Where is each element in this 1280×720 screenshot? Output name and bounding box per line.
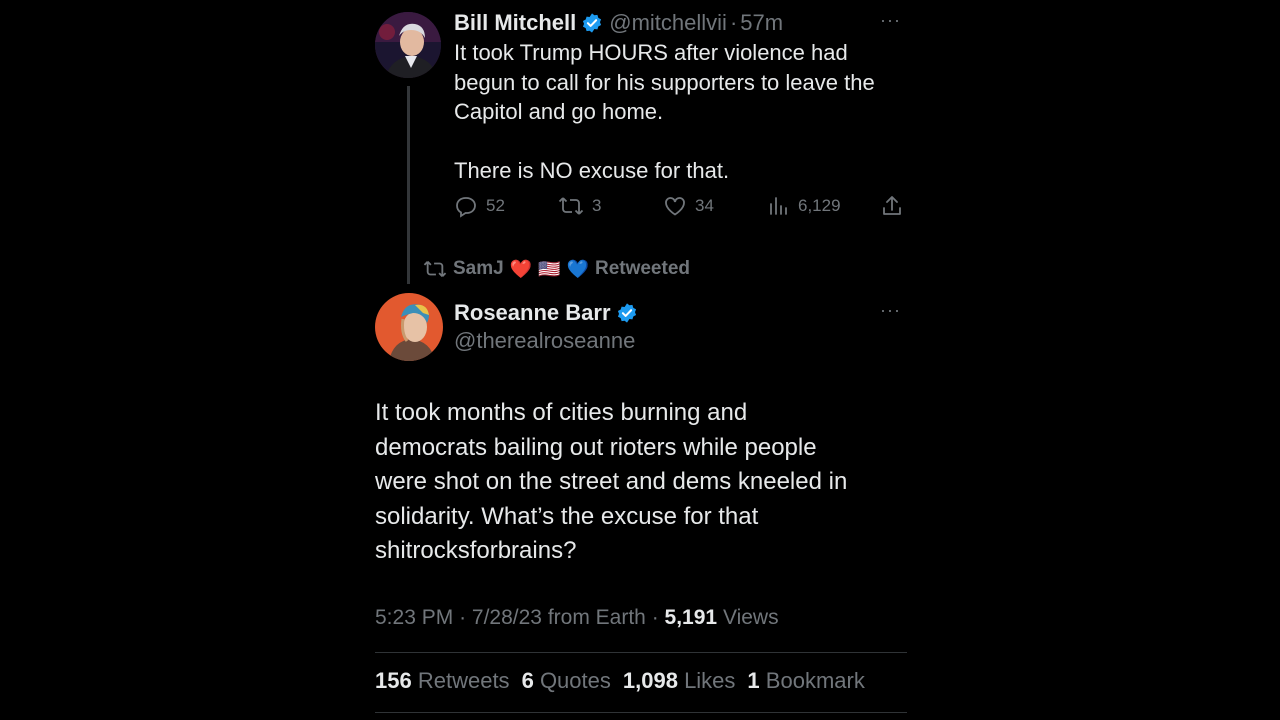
author-handle[interactable]: @mitchellvii <box>609 10 727 36</box>
retweets-label: Retweets <box>417 668 510 693</box>
reply-icon <box>456 197 476 218</box>
retweets-count: 156 <box>375 668 412 693</box>
share-button[interactable] <box>880 194 904 218</box>
more-options-icon[interactable]: ··· <box>880 300 901 321</box>
retweets-stat[interactable]: 156 Retweets <box>375 668 510 694</box>
tweet-time[interactable]: 57m <box>740 10 783 36</box>
separator-dot: · <box>729 10 738 35</box>
tweet-text-line: It took months of cities burning and <box>375 399 748 426</box>
author-name[interactable]: Bill Mitchell <box>454 10 576 36</box>
tweet-text-line: begun to call for his supporters to leav… <box>454 69 875 95</box>
separator-dot: · <box>459 606 467 629</box>
quotes-label: Quotes <box>539 668 611 693</box>
bookmarks-label: Bookmark <box>765 668 865 693</box>
quotes-stat[interactable]: 6 Quotes <box>522 668 611 694</box>
author-name[interactable]: Roseanne Barr <box>454 300 611 326</box>
likes-stat[interactable]: 1,098 Likes <box>623 668 736 694</box>
emoji-blue-heart: 💙 <box>566 258 589 279</box>
avatar-image <box>375 12 441 78</box>
divider <box>375 652 907 653</box>
reply-button[interactable]: 52 <box>454 194 505 218</box>
tweet-text-line <box>454 127 907 156</box>
quoted-tweet-text: It took Trump HOURS after violence had b… <box>454 38 907 185</box>
tweet-source: from Earth <box>547 606 646 629</box>
separator-dot: · <box>651 606 659 629</box>
emoji-heart: ❤️ <box>509 258 533 279</box>
tweet-meta: 5:23 PM · 7/28/23 from Earth · 5,191 Vie… <box>375 606 779 630</box>
tweet-text-line: solidarity. What’s the excuse for that <box>375 502 759 530</box>
tweet-text-line: There is NO excuse for that. <box>454 157 730 183</box>
likes-count: 1,098 <box>622 668 678 693</box>
author-handle[interactable]: @therealroseanne <box>454 328 635 354</box>
avatar-roseanne-barr[interactable] <box>375 293 443 361</box>
tweet-text-line: democrats bailing out rioters while peop… <box>375 433 817 461</box>
tweet-text-line: shitrocksforbrains? <box>375 537 577 565</box>
tweet-date[interactable]: 7/28/23 <box>472 606 542 629</box>
avatar-bill-mitchell[interactable] <box>375 12 441 78</box>
views-button[interactable]: 6,129 <box>768 194 841 218</box>
reply-count: 52 <box>486 196 505 215</box>
view-count: 6,129 <box>798 196 841 215</box>
bookmarks-count: 1 <box>747 668 760 693</box>
retweet-banner[interactable]: SamJ ❤️ 🇺🇸 💙 Retweeted <box>423 256 690 282</box>
analytics-icon <box>770 197 787 215</box>
retweet-icon <box>558 197 584 215</box>
tweet-text-line: were shot on the street and dems kneeled… <box>375 468 848 496</box>
thread-connector-line <box>407 86 410 284</box>
tweet-stats: 156 Retweets 6 Quotes 1,098 Likes 1 Book… <box>375 668 865 694</box>
main-tweet-text: It took months of cities burning and dem… <box>375 396 907 569</box>
like-count: 34 <box>695 196 714 215</box>
quotes-count: 6 <box>521 668 534 693</box>
views-count: 5,191 <box>664 606 718 629</box>
bookmarks-stat[interactable]: 1 Bookmark <box>747 668 864 694</box>
share-icon <box>883 196 901 215</box>
like-button[interactable]: 34 <box>663 194 714 218</box>
retweet-icon <box>423 261 447 277</box>
retweeted-label: Retweeted <box>594 258 690 279</box>
tweet-time[interactable]: 5:23 PM <box>375 606 453 629</box>
views-label: Views <box>722 606 779 629</box>
retweet-count: 3 <box>592 196 602 215</box>
tweet-text-line: Capitol and go home. <box>454 99 664 124</box>
verified-badge-icon <box>617 303 636 323</box>
emoji-us-flag: 🇺🇸 <box>538 258 561 279</box>
heart-icon <box>665 197 685 216</box>
main-tweet-author: Roseanne Barr <box>454 298 638 328</box>
retweet-button[interactable]: 3 <box>558 194 601 218</box>
more-options-icon[interactable]: ··· <box>880 10 901 31</box>
retweeter-name[interactable]: SamJ <box>453 258 504 280</box>
likes-label: Likes <box>684 668 736 693</box>
verified-badge-icon <box>583 13 602 33</box>
quoted-tweet-header: Bill Mitchell @mitchellvii · 57m <box>454 8 907 38</box>
avatar-image <box>375 293 443 361</box>
tweet-text-line: It took Trump HOURS after violence had <box>454 40 848 65</box>
divider <box>375 712 907 713</box>
tweet-thread: Bill Mitchell @mitchellvii · 57m ··· It … <box>375 0 907 720</box>
